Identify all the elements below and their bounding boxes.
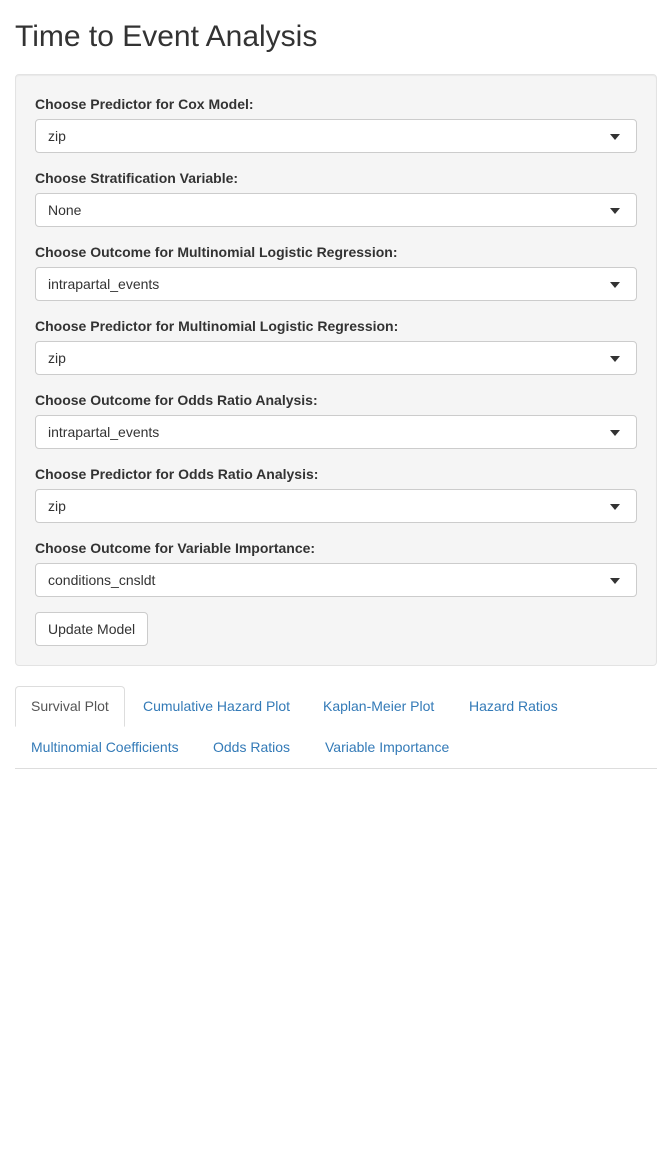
chevron-down-icon <box>610 504 620 510</box>
or-predictor-value: zip <box>48 498 66 514</box>
multinom-outcome-group: Choose Outcome for Multinomial Logistic … <box>35 242 637 301</box>
or-predictor-label: Choose Predictor for Odds Ratio Analysis… <box>35 466 319 482</box>
update-model-button[interactable]: Update Model <box>35 612 149 646</box>
tab-row-1: Survival Plot Cumulative Hazard Plot Kap… <box>15 686 657 727</box>
chevron-down-icon <box>610 356 620 362</box>
or-outcome-value: intrapartal_events <box>48 424 160 440</box>
or-predictor-select[interactable]: zip <box>35 489 637 523</box>
varimp-outcome-group: Choose Outcome for Variable Importance: … <box>35 538 637 597</box>
stratification-group: Choose Stratification Variable: None <box>35 168 637 227</box>
multinom-predictor-label: Choose Predictor for Multinomial Logisti… <box>35 318 399 334</box>
tab-kaplan-meier-plot[interactable]: Kaplan-Meier Plot <box>308 686 449 727</box>
varimp-outcome-select[interactable]: conditions_cnsldt <box>35 563 637 597</box>
varimp-outcome-value: conditions_cnsldt <box>48 572 156 588</box>
or-outcome-group: Choose Outcome for Odds Ratio Analysis: … <box>35 390 637 449</box>
multinom-predictor-group: Choose Predictor for Multinomial Logisti… <box>35 316 637 375</box>
tab-hazard-ratios[interactable]: Hazard Ratios <box>454 686 573 727</box>
multinom-outcome-value: intrapartal_events <box>48 276 160 292</box>
multinom-predictor-select[interactable]: zip <box>35 341 637 375</box>
or-outcome-label: Choose Outcome for Odds Ratio Analysis: <box>35 392 318 408</box>
cox-predictor-value: zip <box>48 128 66 144</box>
multinom-outcome-select[interactable]: intrapartal_events <box>35 267 637 301</box>
multinom-outcome-label: Choose Outcome for Multinomial Logistic … <box>35 244 398 260</box>
chevron-down-icon <box>610 430 620 436</box>
tab-odds-ratios[interactable]: Odds Ratios <box>198 727 305 768</box>
stratification-select[interactable]: None <box>35 193 637 227</box>
cox-predictor-label: Choose Predictor for Cox Model: <box>35 96 254 112</box>
chevron-down-icon <box>610 578 620 584</box>
cox-predictor-group: Choose Predictor for Cox Model: zip <box>35 94 637 153</box>
stratification-label: Choose Stratification Variable: <box>35 170 239 186</box>
varimp-outcome-label: Choose Outcome for Variable Importance: <box>35 540 316 556</box>
tab-variable-importance[interactable]: Variable Importance <box>310 727 464 768</box>
or-outcome-select[interactable]: intrapartal_events <box>35 415 637 449</box>
tab-row-2: Multinomial Coefficients Odds Ratios Var… <box>15 727 657 768</box>
page-title: Time to Event Analysis <box>15 20 318 53</box>
sidebar-panel: Choose Predictor for Cox Model: zip Choo… <box>15 74 657 666</box>
cox-predictor-select[interactable]: zip <box>35 119 637 153</box>
tab-navigation: Survival Plot Cumulative Hazard Plot Kap… <box>15 686 657 769</box>
chevron-down-icon <box>610 208 620 214</box>
stratification-value: None <box>48 202 82 218</box>
main-container: Time to Event Analysis Choose Predictor … <box>15 0 657 769</box>
or-predictor-group: Choose Predictor for Odds Ratio Analysis… <box>35 464 637 523</box>
chevron-down-icon <box>610 134 620 140</box>
tab-divider <box>15 768 657 769</box>
tab-multinomial-coefficients[interactable]: Multinomial Coefficients <box>16 727 194 768</box>
multinom-predictor-value: zip <box>48 350 66 366</box>
chevron-down-icon <box>610 282 620 288</box>
tab-cumulative-hazard-plot[interactable]: Cumulative Hazard Plot <box>128 686 305 727</box>
tab-survival-plot[interactable]: Survival Plot <box>15 686 125 727</box>
